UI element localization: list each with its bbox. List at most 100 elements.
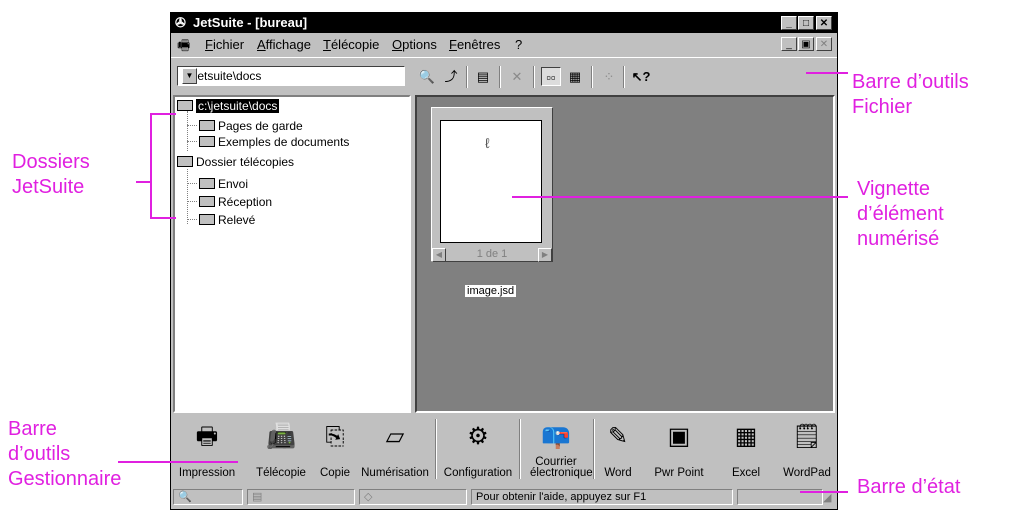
minimize-button[interactable]: _ [781,16,797,30]
thumbnail-view-icon[interactable]: ▫▫ [541,67,561,86]
app-label: Pwr Point [654,467,704,479]
folder-icon [199,178,215,189]
folder-icon [199,136,215,147]
status-pane-help: Pour obtenir l'aide, appuyez sur F1 [471,489,733,505]
document-area: ℓ ◀ 1 de 1 ▶ image.jsd [415,95,835,413]
chevron-down-icon[interactable]: ▼ [182,68,197,84]
tree-item-label: Réception [218,195,273,209]
tree-line [187,141,197,142]
app-telecopie[interactable]: 📠 Télécopie [251,415,311,481]
app-label: Copie [319,467,351,479]
powerpoint-icon: ▣ [667,423,691,450]
toolbar-separator [591,66,593,88]
menu-fenetres[interactable]: Fenêtres [449,37,500,52]
word-icon: ✎ [607,423,629,450]
app-impression[interactable]: 🖶 Impression [177,415,237,481]
doc-restore-button[interactable]: ▣ [798,37,814,51]
tree-item-fax-root[interactable]: Dossier télécopies [177,155,294,169]
maximize-button[interactable]: □ [798,16,814,30]
tree-item-root[interactable]: c:\jetsuite\docs [177,99,280,113]
jetsuite-window: ✇ JetSuite - [bureau] _ □ ✕ 🖷 Fichier Af… [170,12,838,510]
tree-item[interactable]: Exemples de documents [199,135,349,149]
app-label: WordPad [783,467,831,479]
doc-close-button[interactable]: ✕ [816,37,832,51]
toolbar-separator [533,66,535,88]
app-wordpad[interactable]: 🗒 WordPad [779,415,835,481]
status-help-text: Pour obtenir l'aide, appuyez sur F1 [476,491,647,503]
menu-affichage[interactable]: Affichage [257,37,311,52]
menu-bar: 🖷 Fichier Affichage Télécopie Options Fe… [171,34,837,54]
copy-icon: ⎘ [325,423,345,450]
preview-icon[interactable]: 🔍 [417,67,437,86]
app-excel[interactable]: ▦ Excel [723,415,769,481]
menu-telecopie[interactable]: Télécopie [323,37,379,52]
window-title: JetSuite - [bureau] [193,15,308,30]
fax-icon [177,156,193,167]
app-label: Télécopie [256,467,306,479]
thumbnail-pager: ◀ 1 de 1 ▶ [432,248,552,262]
next-page-icon[interactable]: ▶ [538,248,552,262]
app-courrier[interactable]: 📪 Courrier électronique [521,415,593,481]
printer-icon: 🖶 [195,423,219,450]
path-combo[interactable]: c:\jetsuite\docs ▼ [177,66,405,86]
scribble-icon: ℓ [485,135,490,151]
thumbnail-filename: image.jsd [465,285,517,297]
tree-item[interactable]: Relevé [199,213,255,227]
drive-icon [177,100,193,111]
delete-icon[interactable]: ✕ [507,67,527,86]
tree-line [187,201,197,202]
app-label: Impression [178,467,236,479]
status-pane-search: 🔍 [173,489,243,505]
toolbar-separator [499,66,501,88]
callout-line [806,72,848,74]
grid-view-icon[interactable]: ⁘ [599,67,619,86]
app-label: Excel [731,467,761,479]
callout-manager-toolbar: Barre d’outils Gestionnaire [8,418,122,490]
app-word[interactable]: ✎ Word [595,415,641,481]
callout-line [512,196,848,198]
context-help-icon[interactable]: ↖? [631,67,651,86]
toolbar-separator [623,66,625,88]
app-configuration[interactable]: ⚙ Configuration [439,415,517,481]
fax-machine-icon: 📠 [266,423,296,450]
document-icon: ▤ [252,491,263,503]
menu-help[interactable]: ? [515,37,522,52]
diamond-icon: ◇ [364,491,373,503]
app-label: Word [604,467,632,479]
tree-item-label: Pages de garde [218,119,303,133]
folder-icon [199,120,215,131]
document-icon[interactable]: ▤ [473,67,493,86]
tree-item-label: Relevé [218,213,256,227]
tree-line [187,111,188,151]
tree-item-label: Envoi [218,177,249,191]
menu-fichier[interactable]: Fichier [205,37,244,52]
status-pane-doc: ▤ [247,489,355,505]
scanned-item-thumbnail[interactable]: ℓ ◀ 1 de 1 ▶ [431,107,553,262]
callout-folders: Dossiers JetSuite [12,151,90,198]
scanner-icon: ▱ [385,423,405,450]
app-label: Numérisation [361,467,429,479]
tree-item-label: Exemples de documents [218,135,350,149]
app-powerpoint[interactable]: ▣ Pwr Point [649,415,709,481]
tree-item[interactable]: Envoi [199,177,248,191]
tree-item[interactable]: Réception [199,195,272,209]
app-numerisation[interactable]: ▱ Numérisation [357,415,433,481]
callout-line [800,491,848,493]
tree-item[interactable]: Pages de garde [199,119,303,133]
search-icon: 🔍 [178,491,192,503]
callout-file-toolbar: Barre d’outils Fichier [852,71,969,118]
thumbnail-page: ℓ [440,120,542,243]
doc-minimize-button[interactable]: _ [781,37,797,51]
toolbar-separator [435,419,437,479]
folder-icon [199,196,215,207]
up-folder-icon[interactable]: ⤴ [441,67,461,86]
close-button[interactable]: ✕ [816,16,832,30]
prev-page-icon[interactable]: ◀ [432,248,446,262]
callout-line [118,461,238,463]
tree-line [187,219,197,220]
menu-options[interactable]: Options [392,37,437,52]
status-pane-flag: ◇ [359,489,467,505]
list-view-icon[interactable]: ▦ [565,67,585,86]
app-copie[interactable]: ⎘ Copie [315,415,355,481]
file-toolbar: c:\jetsuite\docs ▼ 🔍 ⤴ ▤ ✕ ▫▫ ▦ ⁘ ↖? [171,57,837,92]
